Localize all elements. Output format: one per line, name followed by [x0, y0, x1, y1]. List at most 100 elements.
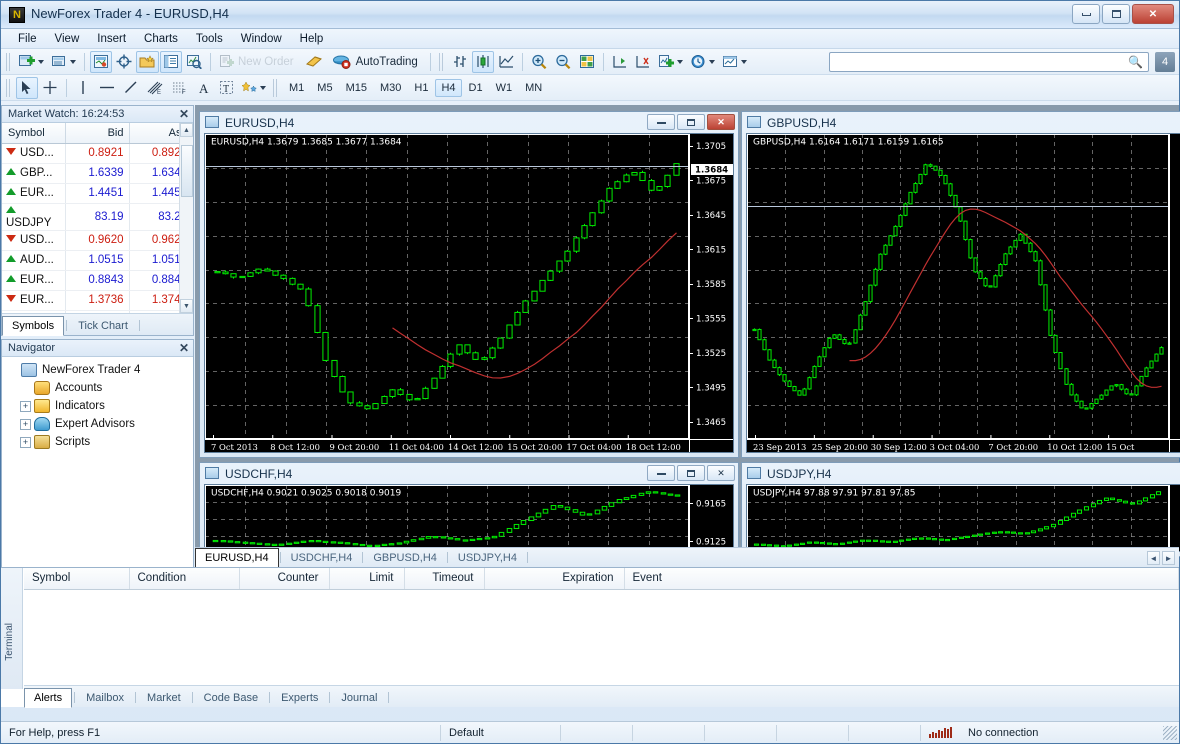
indicators-button[interactable] — [655, 51, 686, 73]
market-watch-close-icon[interactable]: ✕ — [179, 107, 189, 121]
terminal-tab-market[interactable]: Market — [138, 689, 190, 707]
line-chart-button[interactable] — [495, 51, 517, 73]
chart-usdchf-canvas[interactable]: 0.9165 0.9125 USDCHF,H4 0.9021 0.9025 0.90… — [204, 484, 734, 552]
market-watch-button[interactable] — [90, 50, 112, 73]
timeframe-mn[interactable]: MN — [519, 79, 548, 97]
market-watch-row[interactable]: USD... 0.9620 0.9624 — [2, 230, 193, 251]
market-watch-row[interactable]: AUD... 1.0515 1.0518 — [2, 250, 193, 271]
navigator-item-newforex-trader-4[interactable]: NewForex Trader 4 — [7, 361, 193, 379]
cursor-tool[interactable] — [16, 76, 38, 99]
menu-item-view[interactable]: View — [46, 31, 89, 47]
terminal-tab-journal[interactable]: Journal — [332, 689, 386, 707]
chart-tab-usdchf-h4[interactable]: USDCHF,H4 — [282, 549, 362, 567]
chart-window-usdchf[interactable]: USDCHF,H4 ✕ 0.9165 0.9125 USDCHF,H4 0.9021… — [199, 462, 739, 557]
timeframe-m15[interactable]: M15 — [340, 79, 373, 97]
col-event[interactable]: Event — [624, 568, 1179, 590]
timeframe-d1[interactable]: D1 — [463, 79, 489, 97]
chart-gbpusd-canvas[interactable]: 23 Sep 2013 25 Sep 20:00 30 Sep 12:00 3 Oct… — [746, 133, 1180, 453]
col-bid[interactable]: Bid — [65, 123, 130, 144]
shapes-dropdown-caret[interactable] — [260, 85, 266, 90]
menu-item-charts[interactable]: Charts — [135, 31, 187, 47]
navigator-item-indicators[interactable]: + Indicators — [7, 397, 193, 415]
chart-tab-gbpusd-h4[interactable]: GBPUSD,H4 — [364, 549, 446, 567]
scroll-down-icon[interactable]: ▼ — [180, 299, 193, 313]
periods-dropdown-caret[interactable] — [708, 59, 715, 64]
periods-button[interactable] — [687, 51, 718, 73]
scroll-thumb[interactable] — [181, 145, 193, 197]
window-resize-grip[interactable] — [1163, 725, 1177, 740]
navigator-item-scripts[interactable]: + Scripts — [7, 433, 193, 451]
chart-tab-next-button[interactable]: ► — [1162, 551, 1175, 565]
col-timeout[interactable]: Timeout — [404, 568, 485, 590]
col-symbol[interactable]: Symbol — [24, 568, 130, 590]
indicators-dropdown-caret[interactable] — [676, 59, 683, 64]
market-watch-row[interactable]: EUR... 1.3736 1.3748 — [2, 290, 193, 311]
chart-minimize-button[interactable] — [647, 465, 675, 481]
chart-eurusd-canvas[interactable]: 1.3705 1.3675 1.3645 1.3615 1.3585 1.3555 1.35… — [204, 133, 734, 453]
auto-scroll-button[interactable] — [609, 51, 631, 73]
status-profile[interactable]: Default — [441, 724, 561, 741]
expander-icon[interactable]: + — [20, 418, 31, 430]
chart-tab-prev-button[interactable]: ◄ — [1147, 551, 1160, 565]
autotrading-button[interactable]: AutoTrading — [329, 51, 425, 73]
templates-button[interactable] — [719, 51, 750, 73]
timeframe-h4[interactable]: H4 — [435, 78, 462, 97]
timeframe-h1[interactable]: H1 — [408, 79, 434, 97]
navigator-item-expert-advisors[interactable]: + Expert Advisors — [7, 415, 193, 433]
scroll-up-icon[interactable]: ▲ — [180, 123, 193, 137]
chart-minimize-button[interactable] — [647, 114, 675, 130]
chart-usdjpy-canvas[interactable]: USDJPY,H4 97.88 97.91 97.81 97.85 — [746, 484, 1180, 552]
chart-window-usdjpy[interactable]: USDJPY,H4 USDJPY,H4 97.88 97.91 97.81 97… — [741, 462, 1180, 557]
metaeditor-button[interactable] — [302, 51, 328, 73]
profiles-dropdown-caret[interactable] — [70, 59, 76, 64]
zoom-out-button[interactable] — [552, 51, 575, 73]
menu-item-window[interactable]: Window — [232, 31, 291, 47]
fibonacci-tool[interactable]: F — [168, 77, 192, 99]
timeframe-m1[interactable]: M1 — [283, 79, 310, 97]
tile-windows-button[interactable] — [576, 51, 598, 73]
mw-tab-symbols[interactable]: Symbols — [2, 316, 65, 336]
market-watch-row[interactable]: USD... 0.8921 0.8925 — [2, 143, 193, 164]
col-symbol[interactable]: Symbol — [2, 123, 66, 144]
text-label-tool[interactable]: T — [216, 77, 238, 99]
toolbar-grip[interactable] — [438, 52, 445, 71]
navigator-button[interactable] — [136, 50, 159, 73]
trendline-tool[interactable] — [120, 77, 142, 99]
menu-item-insert[interactable]: Insert — [88, 31, 135, 47]
horizontal-line-tool[interactable] — [95, 77, 119, 99]
new-chart-dropdown-caret[interactable] — [38, 59, 44, 64]
chart-window-gbpusd[interactable]: GBPUSD,H4 23 Sep 2013 25 Sep 20:00 30 Sep … — [741, 111, 1180, 458]
terminal-tab-experts[interactable]: Experts — [272, 689, 327, 707]
chart-window-eurusd[interactable]: EURUSD,H4 ✕ 1.3705 1.3675 1.3645 1.3615 1.35… — [199, 111, 739, 458]
text-tool[interactable]: A — [193, 77, 215, 99]
col-condition[interactable]: Condition — [129, 568, 240, 590]
toolbar-grip[interactable] — [6, 52, 12, 71]
terminal-tab-alerts[interactable]: Alerts — [24, 688, 73, 708]
menu-item-tools[interactable]: Tools — [187, 31, 232, 47]
close-button[interactable]: ✕ — [1132, 4, 1174, 24]
terminal-tab-mailbox[interactable]: Mailbox — [77, 689, 133, 707]
chart-maximize-button[interactable] — [677, 465, 705, 481]
bar-chart-button[interactable] — [449, 51, 471, 73]
terminal-tab-code-base[interactable]: Code Base — [195, 689, 267, 707]
zoom-in-button[interactable] — [528, 51, 551, 73]
shapes-tool[interactable] — [239, 77, 269, 99]
crosshair-tool[interactable] — [39, 77, 61, 99]
new-order-button[interactable]: New Order — [216, 51, 301, 73]
timeframe-m5[interactable]: M5 — [311, 79, 338, 97]
market-watch-row[interactable]: GBP... 1.6339 1.6342 — [2, 163, 193, 184]
toolbar-grip[interactable] — [273, 78, 279, 97]
minimize-button[interactable] — [1072, 4, 1100, 24]
market-watch-row[interactable]: USDJPY 83.19 83.22 — [2, 203, 193, 231]
market-watch-row[interactable]: EUR... 1.4451 1.4453 — [2, 183, 193, 204]
chart-close-button[interactable]: ✕ — [707, 465, 735, 481]
col-limit[interactable]: Limit — [329, 568, 405, 590]
toolbar-grip[interactable] — [6, 78, 12, 97]
navigator-close-icon[interactable]: ✕ — [179, 341, 189, 355]
new-chart-button[interactable] — [16, 51, 47, 73]
maximize-button[interactable] — [1102, 4, 1130, 24]
search-input[interactable] — [829, 52, 1149, 72]
chart-maximize-button[interactable] — [677, 114, 705, 130]
market-watch-row[interactable]: EUR... 0.8843 0.8846 — [2, 270, 193, 291]
news-badge[interactable]: 4 — [1155, 52, 1175, 72]
